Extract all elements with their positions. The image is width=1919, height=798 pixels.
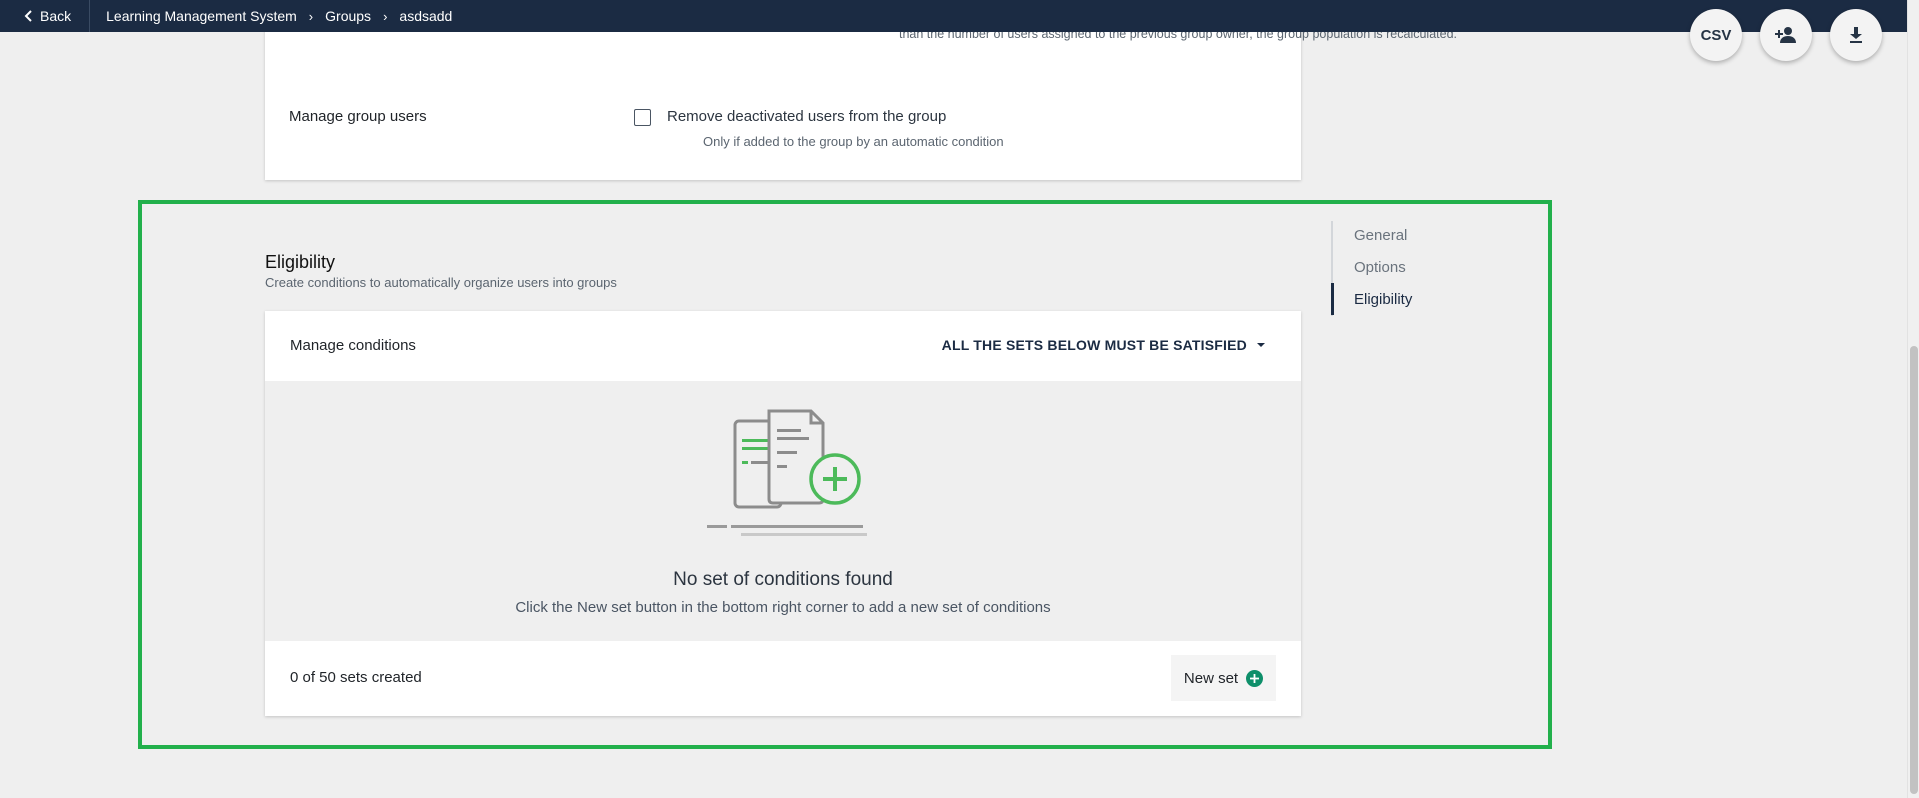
caret-down-icon (1257, 343, 1265, 347)
empty-state-help: Click the New set button in the bottom r… (515, 599, 1051, 616)
remove-deactivated-checkbox[interactable] (634, 109, 651, 126)
breadcrumb-groups[interactable]: Groups (325, 8, 371, 24)
new-set-label: New set (1183, 669, 1239, 687)
remove-deactivated-label[interactable]: Remove deactivated users from the group (667, 108, 946, 125)
add-user-button[interactable] (1760, 9, 1812, 61)
download-button[interactable] (1830, 9, 1882, 61)
anchor-eligibility[interactable]: Eligibility (1354, 291, 1412, 308)
sets-rule-value: ALL THE SETS BELOW MUST BE SATISFIED (941, 337, 1247, 353)
conditions-footer: 0 of 50 sets created New set (265, 641, 1301, 716)
active-indicator (1331, 283, 1334, 315)
plus-circle-icon (1246, 669, 1264, 687)
anchor-options[interactable]: Options (1354, 259, 1406, 276)
back-button[interactable]: Back (0, 0, 91, 32)
conditions-card: Manage conditions ALL THE SETS BELOW MUS… (265, 311, 1301, 716)
empty-state-title: No set of conditions found (673, 569, 893, 590)
back-label: Back (40, 8, 72, 24)
chevron-right-icon: › (308, 8, 314, 24)
breadcrumb-current-group: asdsadd (399, 8, 453, 24)
new-set-button[interactable]: New set (1171, 655, 1276, 701)
breadcrumb-lms[interactable]: Learning Management System (106, 8, 297, 24)
csv-export-button[interactable]: CSV (1690, 9, 1742, 61)
add-user-icon (1775, 27, 1796, 43)
sets-rule-dropdown[interactable]: ALL THE SETS BELOW MUST BE SATISFIED (942, 337, 1265, 353)
eligibility-title: Eligibility (265, 252, 336, 272)
manage-conditions-label: Manage conditions (290, 337, 416, 354)
csv-label: CSV (1700, 26, 1732, 44)
empty-state: No set of conditions found Click the New… (265, 381, 1301, 641)
anchor-general[interactable]: General (1354, 227, 1407, 244)
empty-documents-illustration (707, 409, 867, 536)
eligibility-subtitle: Create conditions to automatically organ… (265, 275, 617, 290)
sets-count-label: 0 of 50 sets created (290, 669, 422, 686)
download-icon (1850, 27, 1862, 43)
manage-group-users-label: Manage group users (289, 108, 427, 125)
scrollbar[interactable] (1907, 0, 1919, 798)
conditions-header: Manage conditions ALL THE SETS BELOW MUS… (265, 311, 1301, 381)
scrollbar-thumb[interactable] (1910, 346, 1918, 794)
section-anchor-nav: General Options Eligibility (1331, 221, 1491, 316)
chevron-left-icon (24, 10, 32, 22)
remove-deactivated-help: Only if added to the group by an automat… (703, 134, 1004, 149)
chevron-right-icon: › (383, 8, 388, 24)
breadcrumb: Learning Management System › Groups › as… (90, 8, 452, 24)
top-bar: Back Learning Management System › Groups… (0, 0, 1907, 32)
